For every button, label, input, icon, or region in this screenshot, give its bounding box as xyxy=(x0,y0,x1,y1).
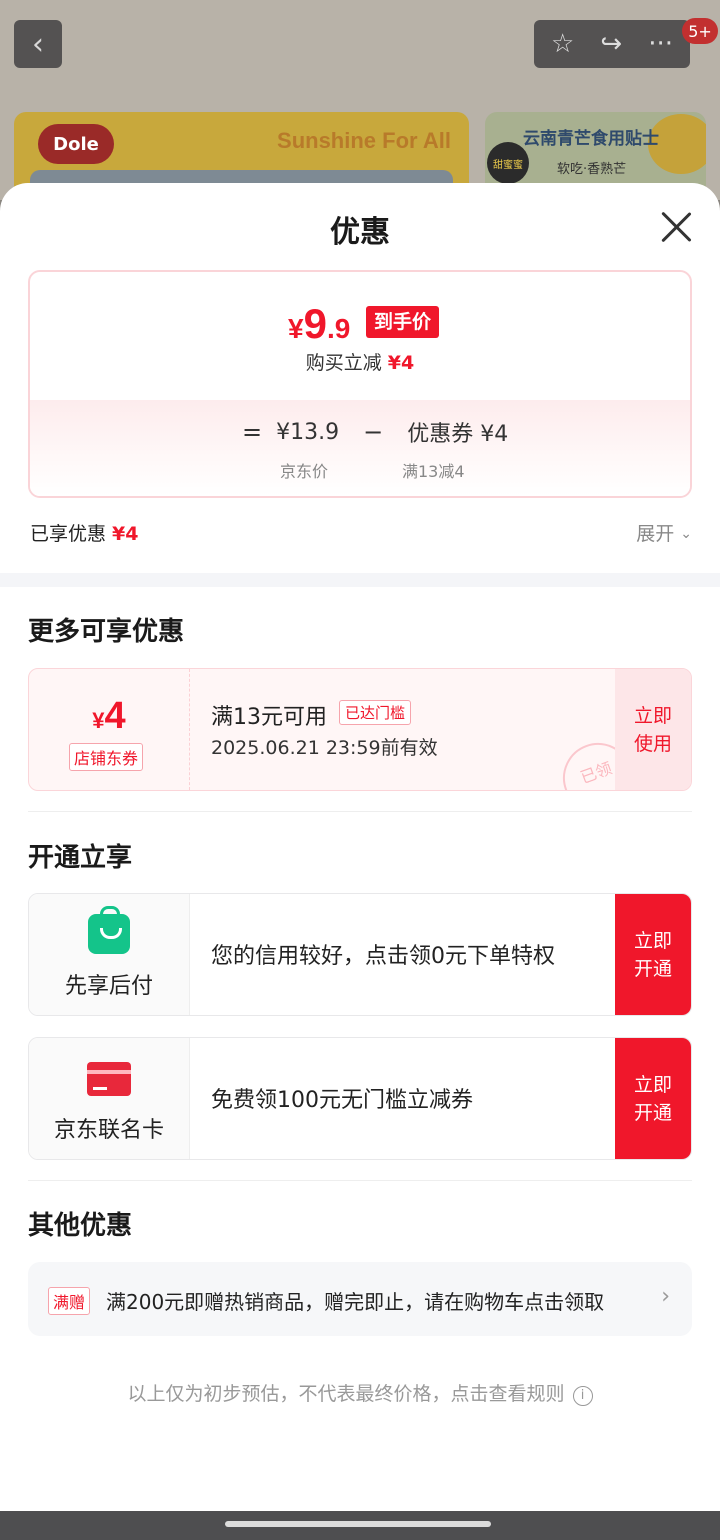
price-card-lower xyxy=(30,400,690,496)
other-discounts-title: 其他优惠 xyxy=(28,1211,133,1241)
divider xyxy=(28,1180,692,1181)
co-brand-name: 京东联名卡 xyxy=(53,1118,164,1143)
final-price: ¥ 9 .9 xyxy=(288,300,350,348)
shopping-bag-icon xyxy=(88,906,130,954)
coupon-condition: 满13元可用 xyxy=(211,705,327,730)
coupon-amount: ¥4 xyxy=(29,695,189,738)
open-button-line1: 立即 xyxy=(633,929,672,952)
divider xyxy=(28,811,692,812)
coupon-amount-value: 4 xyxy=(104,695,126,737)
brand-logo: Dole xyxy=(38,124,114,164)
share-icon[interactable]: ↪ xyxy=(600,29,622,59)
section-divider xyxy=(0,573,720,587)
enjoyed-label: 已享优惠 xyxy=(30,523,107,545)
open-button-line2: 开通 xyxy=(633,957,672,980)
shop-coupon[interactable]: ¥4 店铺东券 满13元可用 已达门槛 2025.06.21 23:59前有效 … xyxy=(28,668,692,791)
jd-price-label: 京东价 xyxy=(280,462,329,481)
open-co-brand-button[interactable]: 立即 开通 xyxy=(615,1038,691,1159)
open-enjoy-title: 开通立享 xyxy=(28,843,133,873)
open-pay-later-button[interactable]: 立即 开通 xyxy=(615,894,691,1015)
more-discounts-title: 更多可享优惠 xyxy=(28,617,185,647)
co-brand-desc: 免费领100元无门槛立减券 xyxy=(211,1088,473,1113)
threshold-reached-tag: 已达门槛 xyxy=(339,700,412,725)
coupon-validity: 2025.06.21 23:59前有效 xyxy=(211,737,438,759)
credit-card-icon xyxy=(87,1062,131,1096)
banner-title: 云南青芒食用贴士 xyxy=(523,129,659,149)
open-button-line1: 立即 xyxy=(633,1073,672,1096)
final-price-decimal: .9 xyxy=(326,313,351,344)
sheet-title: 优惠 xyxy=(330,215,390,250)
pay-later-card[interactable]: 先享后付 您的信用较好，点击领0元下单特权 立即开通 xyxy=(28,893,692,1016)
close-icon[interactable] xyxy=(656,207,696,247)
more-icon[interactable]: ··· xyxy=(648,29,673,59)
use-button-line2: 使用 xyxy=(633,732,672,755)
expand-toggle[interactable]: 展开 ⌄ xyxy=(636,519,692,546)
use-button-line1: 立即 xyxy=(633,704,672,727)
final-price-integer: 9 xyxy=(303,300,327,347)
brand-slogan: Sunshine For All xyxy=(277,128,451,153)
minus-sign: − xyxy=(363,418,384,446)
final-price-tag: 到手价 xyxy=(366,306,440,338)
coupon-type-tag: 店铺东券 xyxy=(69,743,144,771)
buy-reduce-value: ¥4 xyxy=(387,352,415,374)
chevron-right-icon: › xyxy=(661,1284,670,1309)
co-brand-card[interactable]: 京东联名卡 免费领100元无门槛立减券 立即开通 xyxy=(28,1037,692,1160)
price-formula: = ¥13.9 − 优惠券 ¥4 xyxy=(242,416,508,448)
message-badge: 5+ xyxy=(682,18,718,44)
coupon-currency: ¥ xyxy=(92,708,105,733)
back-button[interactable]: ‹ xyxy=(14,20,62,68)
price-breakdown-card: ¥ 9 .9 到手价 购买立减 ¥4 = ¥13.9 − 优惠券 ¥4 京东价 满… xyxy=(28,270,692,498)
enjoyed-value: ¥4 xyxy=(112,523,139,545)
expand-label: 展开 xyxy=(636,523,675,545)
enjoyed-discount: 已享优惠 ¥4 xyxy=(30,519,138,546)
home-indicator[interactable] xyxy=(225,1521,491,1527)
chevron-down-icon: ⌄ xyxy=(680,526,692,542)
star-icon[interactable]: ☆ xyxy=(551,29,574,59)
use-coupon-button[interactable]: 立即 使用 xyxy=(615,669,691,790)
pay-later-name: 先享后付 xyxy=(64,974,153,999)
jd-price: ¥13.9 xyxy=(276,419,340,445)
chevron-left-icon: ‹ xyxy=(32,26,44,62)
system-home-bar xyxy=(0,1511,720,1540)
discount-sheet: 优惠 ¥ 9 .9 到手价 购买立减 ¥4 = ¥13.9 − 优惠券 ¥4 京东… xyxy=(0,183,720,1511)
gift-promo-row[interactable]: 满赠 满200元即赠热销商品，赠完即止，请在购物车点击领取 › xyxy=(28,1262,692,1336)
disclaimer-text: 以上仅为初步预估，不代表最终价格，点击查看规则 xyxy=(127,1383,565,1405)
currency-symbol: ¥ xyxy=(288,313,304,344)
info-icon[interactable]: i xyxy=(572,1386,593,1406)
coupon-deduction: 优惠券 ¥4 xyxy=(407,422,509,447)
gift-tag: 满赠 xyxy=(48,1287,91,1315)
equals-sign: = xyxy=(242,418,263,446)
rules-disclaimer[interactable]: 以上仅为初步预估，不代表最终价格，点击查看规则 i xyxy=(0,1379,720,1406)
buy-reduce-line: 购买立减 ¥4 xyxy=(30,348,690,375)
gift-promo-text: 满200元即赠热销商品，赠完即止，请在购物车点击领取 xyxy=(106,1290,605,1314)
open-button-line2: 开通 xyxy=(633,1101,672,1124)
top-action-group: ☆ ↪ ··· xyxy=(534,20,690,68)
buy-reduce-label: 购买立减 xyxy=(305,352,382,374)
banner-subtitle: 软吃·香熟芒 xyxy=(557,162,627,177)
coupon-condition-label: 满13减4 xyxy=(402,462,465,481)
pay-later-desc: 您的信用较好，点击领0元下单特权 xyxy=(211,944,555,969)
